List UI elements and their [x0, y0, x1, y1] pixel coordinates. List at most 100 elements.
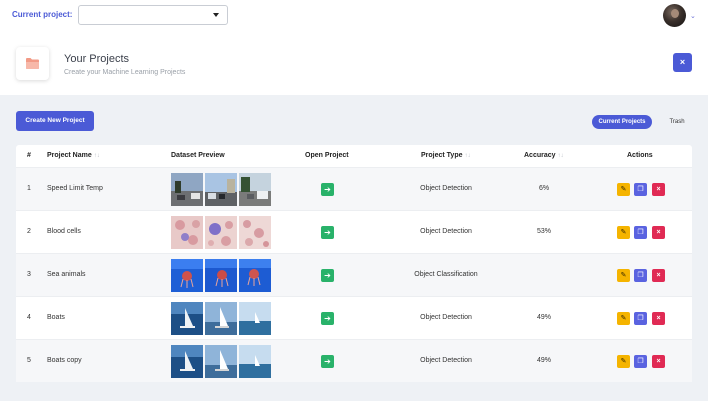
dataset-thumbnail — [171, 345, 203, 378]
chevron-down-icon[interactable]: ⌄ — [690, 12, 696, 20]
dataset-thumbnail — [239, 302, 271, 335]
pencil-icon: ✎ — [620, 186, 627, 193]
pencil-icon: ✎ — [620, 315, 627, 322]
project-type: Object Detection — [420, 228, 472, 235]
open-project-button[interactable]: ➔ — [321, 226, 334, 239]
delete-icon: × — [656, 358, 661, 365]
column-header-project-type[interactable]: Project Type ↑↓ — [421, 152, 471, 159]
copy-icon: ❐ — [637, 229, 644, 236]
project-name: Sea animals — [47, 271, 86, 278]
edit-button[interactable]: ✎ — [617, 269, 630, 282]
delete-icon: × — [656, 229, 661, 236]
accuracy-value: 6% — [538, 185, 550, 192]
delete-icon: × — [656, 186, 661, 193]
arrow-right-icon: ➔ — [324, 228, 331, 237]
page-title: Your Projects — [64, 53, 130, 65]
copy-icon: ❐ — [637, 272, 644, 279]
dataset-thumbnail — [171, 259, 203, 292]
column-header-dataset-preview: Dataset Preview — [171, 152, 225, 159]
column-header-actions: Actions — [627, 152, 653, 159]
arrow-right-icon: ➔ — [324, 314, 331, 323]
dataset-preview — [171, 259, 272, 292]
dataset-preview — [171, 173, 272, 206]
project-type: Object Detection — [420, 314, 472, 321]
pencil-icon: ✎ — [620, 272, 627, 279]
top-bar: Current project: ⌄ — [0, 0, 708, 31]
table-row: 5 Boats copy ➔ Object Detection 49% ✎ ❐ … — [16, 339, 692, 382]
dataset-preview — [171, 345, 272, 378]
project-type: Object Detection — [420, 357, 472, 364]
column-header-open-project: Open Project — [305, 152, 349, 159]
dataset-thumbnail — [171, 216, 203, 249]
copy-button[interactable]: ❐ — [634, 355, 647, 368]
copy-button[interactable]: ❐ — [634, 226, 647, 239]
open-project-button[interactable]: ➔ — [321, 312, 334, 325]
column-header-accuracy[interactable]: Accuracy ↑↓ — [524, 152, 564, 159]
delete-button[interactable]: × — [652, 226, 665, 239]
column-header-project-name[interactable]: Project Name ↑↓ — [47, 152, 100, 159]
copy-icon: ❐ — [637, 315, 644, 322]
current-project-select[interactable] — [78, 5, 228, 25]
folder-icon-box — [16, 47, 49, 80]
pencil-icon: ✎ — [620, 358, 627, 365]
edit-button[interactable]: ✎ — [617, 183, 630, 196]
project-name: Boats — [47, 314, 65, 321]
tab-trash[interactable]: Trash — [662, 115, 692, 129]
table-row: 2 Blood cells ➔ Object Detection 53% ✎ ❐… — [16, 210, 692, 253]
project-type: Object Detection — [420, 185, 472, 192]
projects-table: # Project Name ↑↓ Dataset Preview Open Pr… — [16, 145, 692, 382]
row-number: 5 — [27, 357, 31, 364]
folder-icon — [26, 58, 39, 69]
delete-button[interactable]: × — [652, 312, 665, 325]
project-name: Blood cells — [47, 228, 81, 235]
create-new-project-button[interactable]: Create New Project — [16, 111, 94, 131]
delete-button[interactable]: × — [652, 183, 665, 196]
open-project-button[interactable]: ➔ — [321, 183, 334, 196]
column-header-number: # — [27, 152, 31, 159]
edit-button[interactable]: ✎ — [617, 355, 630, 368]
copy-button[interactable]: ❐ — [634, 312, 647, 325]
table-row: 4 Boats ➔ Object Detection 49% ✎ ❐ × — [16, 296, 692, 339]
open-project-button[interactable]: ➔ — [321, 269, 334, 282]
accuracy-value: 53% — [536, 228, 551, 235]
delete-button[interactable]: × — [652, 355, 665, 368]
dataset-thumbnail — [239, 259, 271, 292]
dataset-thumbnail — [205, 302, 237, 335]
edit-button[interactable]: ✎ — [617, 226, 630, 239]
row-number: 2 — [27, 228, 31, 235]
row-number: 4 — [27, 314, 31, 321]
close-button[interactable]: × — [673, 53, 692, 72]
table-row: 3 Sea animals ➔ Object Classification ✎ … — [16, 253, 692, 296]
tab-current-projects[interactable]: Current Projects — [592, 115, 652, 129]
dataset-thumbnail — [239, 216, 271, 249]
table-row: 1 Speed Limit Temp ➔ Object Detection 6%… — [16, 167, 692, 210]
avatar[interactable] — [663, 4, 686, 27]
dataset-preview — [171, 216, 272, 249]
edit-button[interactable]: ✎ — [617, 312, 630, 325]
copy-button[interactable]: ❐ — [634, 269, 647, 282]
sort-icon: ↑↓ — [557, 153, 564, 159]
project-type: Object Classification — [414, 271, 478, 278]
close-icon: × — [679, 57, 686, 67]
table-header: # Project Name ↑↓ Dataset Preview Open Pr… — [16, 145, 692, 167]
page-header: Your Projects Create your Machine Learni… — [0, 31, 708, 95]
current-project-label: Current project: — [12, 10, 73, 19]
dataset-preview — [171, 302, 272, 335]
copy-button[interactable]: ❐ — [634, 183, 647, 196]
accuracy-value: 49% — [536, 357, 551, 364]
dataset-thumbnail — [205, 173, 237, 206]
open-project-button[interactable]: ➔ — [321, 355, 334, 368]
delete-button[interactable]: × — [652, 269, 665, 282]
row-number: 1 — [27, 185, 31, 192]
row-number: 3 — [27, 271, 31, 278]
dataset-thumbnail — [239, 345, 271, 378]
dataset-thumbnail — [171, 173, 203, 206]
dataset-thumbnail — [205, 259, 237, 292]
dataset-thumbnail — [239, 173, 271, 206]
project-name: Speed Limit Temp — [47, 185, 103, 192]
accuracy-value: 49% — [536, 314, 551, 321]
arrow-right-icon: ➔ — [324, 271, 331, 280]
delete-icon: × — [656, 315, 661, 322]
dataset-thumbnail — [205, 216, 237, 249]
pencil-icon: ✎ — [620, 229, 627, 236]
